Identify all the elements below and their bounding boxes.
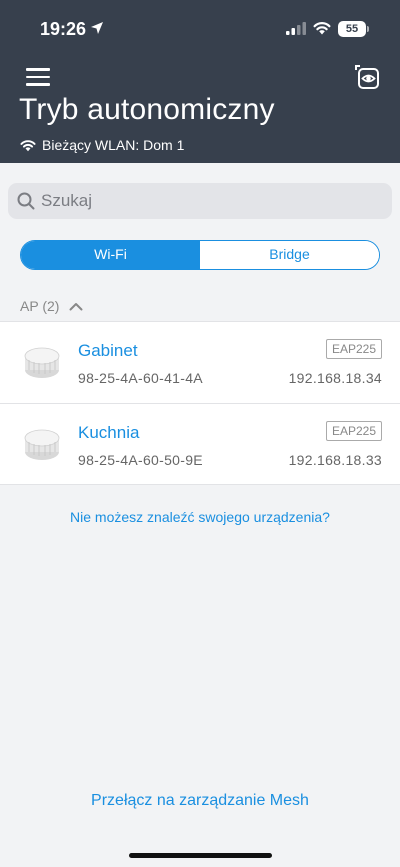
search-input[interactable] xyxy=(41,191,361,211)
page-title: Tryb autonomiczny xyxy=(19,93,275,126)
battery-tip xyxy=(367,26,369,32)
device-list: Gabinet 98-25-4A-60-41-4A EAP225 192.168… xyxy=(0,321,400,485)
switch-to-mesh-link[interactable]: Przełącz na zarządzanie Mesh xyxy=(0,792,400,810)
ap-section-header[interactable]: AP (2) xyxy=(20,297,83,315)
search-bar[interactable] xyxy=(8,183,392,219)
segment-wifi[interactable]: Wi-Fi xyxy=(21,241,200,269)
segment-bridge[interactable]: Bridge xyxy=(200,241,379,269)
chevron-up-icon xyxy=(69,302,83,310)
mode-segmented-control: Wi-Fi Bridge xyxy=(20,240,380,270)
wifi-icon xyxy=(20,139,36,151)
location-arrow-icon xyxy=(91,22,103,34)
status-bar: 19:26 55 xyxy=(0,0,400,56)
device-mac: 98-25-4A-60-50-9E xyxy=(78,452,203,468)
hamburger-menu-icon[interactable] xyxy=(26,68,50,86)
access-point-icon xyxy=(24,429,60,460)
device-model-badge: EAP225 xyxy=(325,339,382,359)
status-time: 19:26 xyxy=(40,19,87,39)
search-icon xyxy=(17,192,35,210)
home-indicator[interactable] xyxy=(129,853,272,858)
view-mode-icon[interactable] xyxy=(354,64,380,90)
cant-find-device-link[interactable]: Nie możesz znaleźć swojego urządzenia? xyxy=(0,509,400,525)
device-row-kuchnia[interactable]: Kuchnia 98-25-4A-60-50-9E EAP225 192.168… xyxy=(0,403,400,484)
device-mac: 98-25-4A-60-41-4A xyxy=(78,370,203,386)
device-model-badge: EAP225 xyxy=(325,421,382,441)
device-name: Gabinet xyxy=(78,341,138,360)
battery-icon: 55 xyxy=(338,21,366,37)
ap-section-label: AP (2) xyxy=(20,298,60,314)
wifi-icon xyxy=(313,22,331,35)
device-ip: 192.168.18.33 xyxy=(288,452,382,468)
current-wlan: Bieżący WLAN: Dom 1 xyxy=(20,136,184,154)
device-row-gabinet[interactable]: Gabinet 98-25-4A-60-41-4A EAP225 192.168… xyxy=(0,322,400,403)
device-ip: 192.168.18.34 xyxy=(288,370,382,386)
device-name: Kuchnia xyxy=(78,423,140,442)
cellular-signal-icon xyxy=(286,22,306,35)
app-header: 19:26 55 Tryb autonomiczny Bieżący WLAN:… xyxy=(0,0,400,163)
access-point-icon xyxy=(24,347,60,378)
current-wlan-label: Bieżący WLAN: Dom 1 xyxy=(42,137,185,153)
